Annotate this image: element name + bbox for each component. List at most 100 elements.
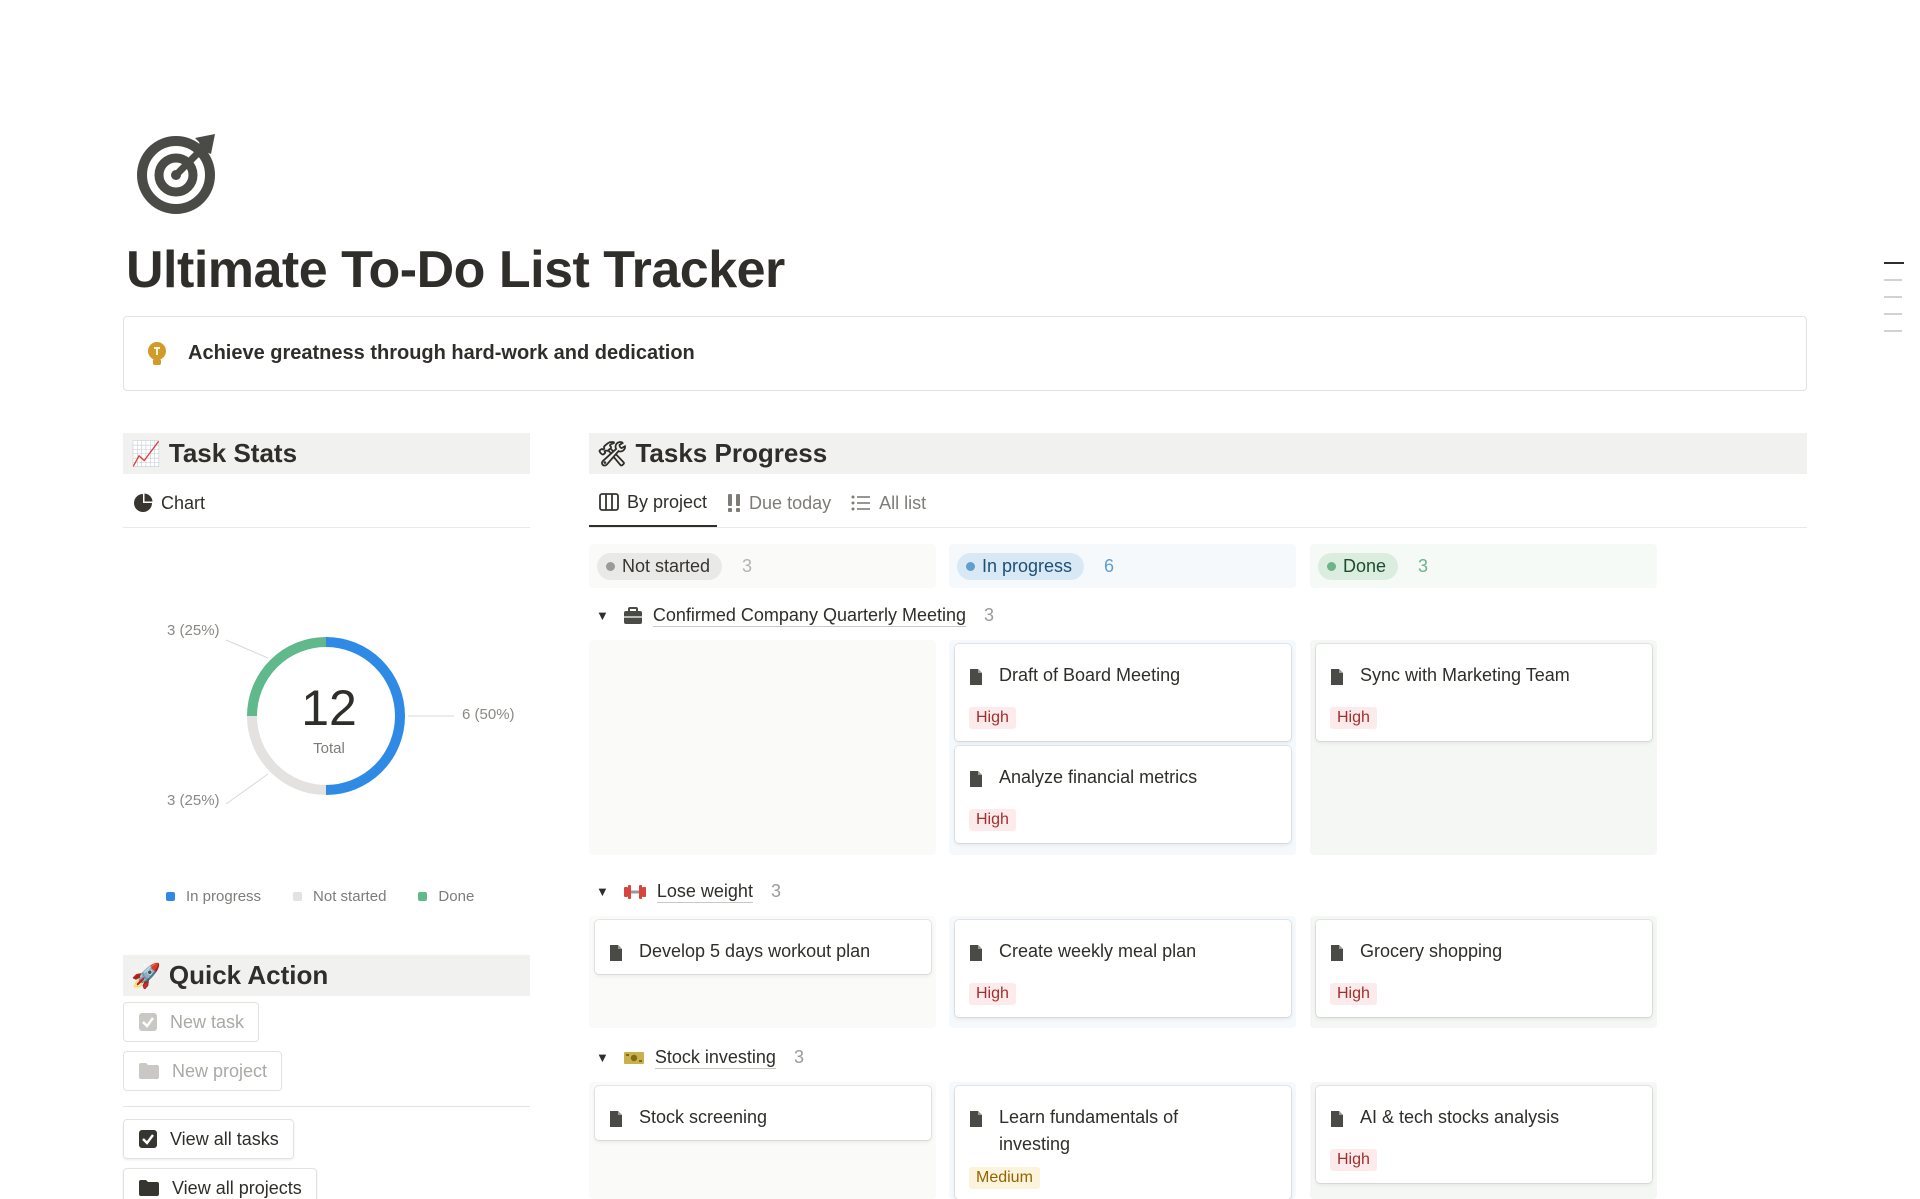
tab-due-today[interactable]: Due today	[717, 479, 841, 527]
table-of-contents[interactable]	[1884, 262, 1904, 347]
group-header-stock-investing[interactable]: ▼ Stock investing 3	[596, 1046, 804, 1069]
page-icon	[970, 945, 982, 961]
checkbox-icon	[139, 1130, 157, 1148]
chart-total-label: Total	[313, 740, 345, 757]
priority-tag: Medium	[969, 1167, 1040, 1189]
caret-down-icon[interactable]: ▼	[596, 1050, 609, 1065]
task-title: AI & tech stocks analysis	[1360, 1107, 1560, 1127]
tab-by-project-label: By project	[627, 491, 708, 512]
checkbox-icon	[139, 1013, 157, 1031]
priority-tag: High	[969, 983, 1016, 1005]
status-pill-done: Done	[1318, 552, 1399, 580]
task-card[interactable]: Analyze financial metrics High	[955, 746, 1291, 843]
tasks-progress-heading: 🛠 Tasks Progress	[589, 433, 1807, 474]
slice-label-in-progress: 6 (50%)	[462, 706, 515, 723]
new-task-button[interactable]: New task	[123, 1002, 260, 1042]
legend-dot-done	[418, 892, 428, 901]
group-header-quarterly-meeting[interactable]: ▼ Confirmed Company Quarterly Meeting 3	[596, 604, 994, 627]
list-icon	[851, 495, 871, 511]
column-header-not-started[interactable]: Not started 3	[589, 544, 936, 588]
tasks-progress-heading-text: Tasks Progress	[635, 438, 828, 468]
column-header-done[interactable]: Done 3	[1310, 544, 1657, 588]
task-title: Analyze financial metrics	[999, 767, 1198, 787]
page-title: Ultimate To-Do List Tracker	[126, 241, 785, 299]
task-card[interactable]: Create weekly meal plan High	[955, 920, 1291, 1017]
group-header-lose-weight[interactable]: ▼ Lose weight 3	[596, 880, 781, 903]
group-count: 3	[793, 1047, 804, 1067]
task-title: Develop 5 days workout plan	[639, 941, 871, 961]
task-stats-heading: 📈 Task Stats	[123, 433, 530, 474]
page-icon	[610, 1111, 622, 1127]
task-card[interactable]: AI & tech stocks analysis High	[1316, 1086, 1652, 1183]
column-label: Done	[1343, 555, 1387, 576]
priority-tag: High	[1330, 983, 1377, 1005]
group-name: Stock investing	[654, 1047, 776, 1069]
tab-by-project[interactable]: By project	[589, 479, 718, 527]
chart-emoji-icon: 📈	[131, 439, 161, 468]
legend-label: Not started	[313, 888, 387, 905]
page-icon	[610, 945, 622, 961]
group-count: 3	[770, 881, 781, 901]
status-dot	[966, 561, 975, 571]
tasks-progress-tabs: By project Due today All list	[589, 479, 936, 527]
view-all-tasks-label: View all tasks	[170, 1128, 279, 1149]
quick-action-heading: 🚀 Quick Action	[123, 955, 530, 996]
pie-chart-icon	[134, 493, 153, 512]
view-all-projects-label: View all projects	[172, 1177, 302, 1198]
task-title: Draft of Board Meeting	[999, 665, 1181, 685]
lane-not-started	[589, 640, 936, 855]
priority-tag: High	[1330, 1149, 1377, 1171]
target-icon[interactable]	[135, 130, 221, 216]
priority-tag: High	[969, 809, 1016, 831]
legend-item-done: Done	[418, 888, 474, 905]
group-name: Confirmed Company Quarterly Meeting	[652, 605, 967, 627]
status-dot	[606, 561, 615, 571]
quick-action-heading-text: Quick Action	[168, 960, 329, 990]
chart-legend: In progress Not started Done	[166, 888, 506, 905]
tab-all-list-label: All list	[879, 492, 927, 513]
legend-item-not-started: Not started	[293, 888, 386, 905]
task-title: Learn fundamentals of investing	[999, 1107, 1179, 1154]
page-icon	[970, 669, 982, 685]
task-stats-tabs: Chart	[123, 479, 215, 527]
status-pill-in-progress: In progress	[957, 552, 1085, 580]
column-label: In progress	[982, 555, 1073, 576]
folder-icon	[139, 1180, 159, 1196]
legend-label: Done	[438, 888, 475, 905]
legend-dot-not-started	[293, 892, 303, 901]
rocket-emoji-icon: 🚀	[131, 961, 161, 990]
task-card[interactable]: Draft of Board Meeting High	[955, 644, 1291, 741]
chart-total-value: 12	[301, 680, 357, 736]
page-icon	[970, 1111, 982, 1127]
new-project-button[interactable]: New project	[123, 1051, 283, 1091]
task-card[interactable]: Stock screening	[595, 1086, 931, 1140]
page-icon	[970, 771, 982, 787]
group-count: 3	[984, 605, 995, 625]
board-icon	[599, 493, 619, 511]
task-card[interactable]: Develop 5 days workout plan	[595, 920, 931, 974]
page-icon	[1331, 1111, 1343, 1127]
column-count: 3	[742, 555, 753, 576]
status-pill-not-started: Not started	[597, 552, 723, 580]
task-card[interactable]: Learn fundamentals of investing Medium	[955, 1086, 1291, 1199]
column-count: 3	[1418, 555, 1429, 576]
money-icon	[623, 1050, 645, 1066]
view-all-tasks-button[interactable]: View all tasks	[123, 1119, 294, 1159]
new-project-label: New project	[172, 1060, 268, 1081]
caret-down-icon[interactable]: ▼	[596, 884, 609, 899]
page-icon	[1331, 669, 1343, 685]
view-all-projects-button[interactable]: View all projects	[123, 1168, 317, 1199]
legend-item-in-progress: In progress	[166, 888, 261, 905]
task-title: Create weekly meal plan	[999, 941, 1197, 961]
double-exclamation-icon	[728, 494, 741, 512]
tab-all-list[interactable]: All list	[841, 479, 936, 527]
task-card[interactable]: Sync with Marketing Team High	[1316, 644, 1652, 741]
caret-down-icon[interactable]: ▼	[596, 608, 609, 623]
task-card[interactable]: Grocery shopping High	[1316, 920, 1652, 1017]
tab-chart[interactable]: Chart	[123, 479, 215, 527]
slice-label-not-started: 3 (25%)	[167, 792, 220, 809]
column-label: Not started	[622, 555, 711, 576]
column-header-in-progress[interactable]: In progress 6	[949, 544, 1296, 588]
legend-dot-in-progress	[166, 892, 175, 901]
callout-text: Achieve greatness through hard-work and …	[188, 342, 695, 364]
